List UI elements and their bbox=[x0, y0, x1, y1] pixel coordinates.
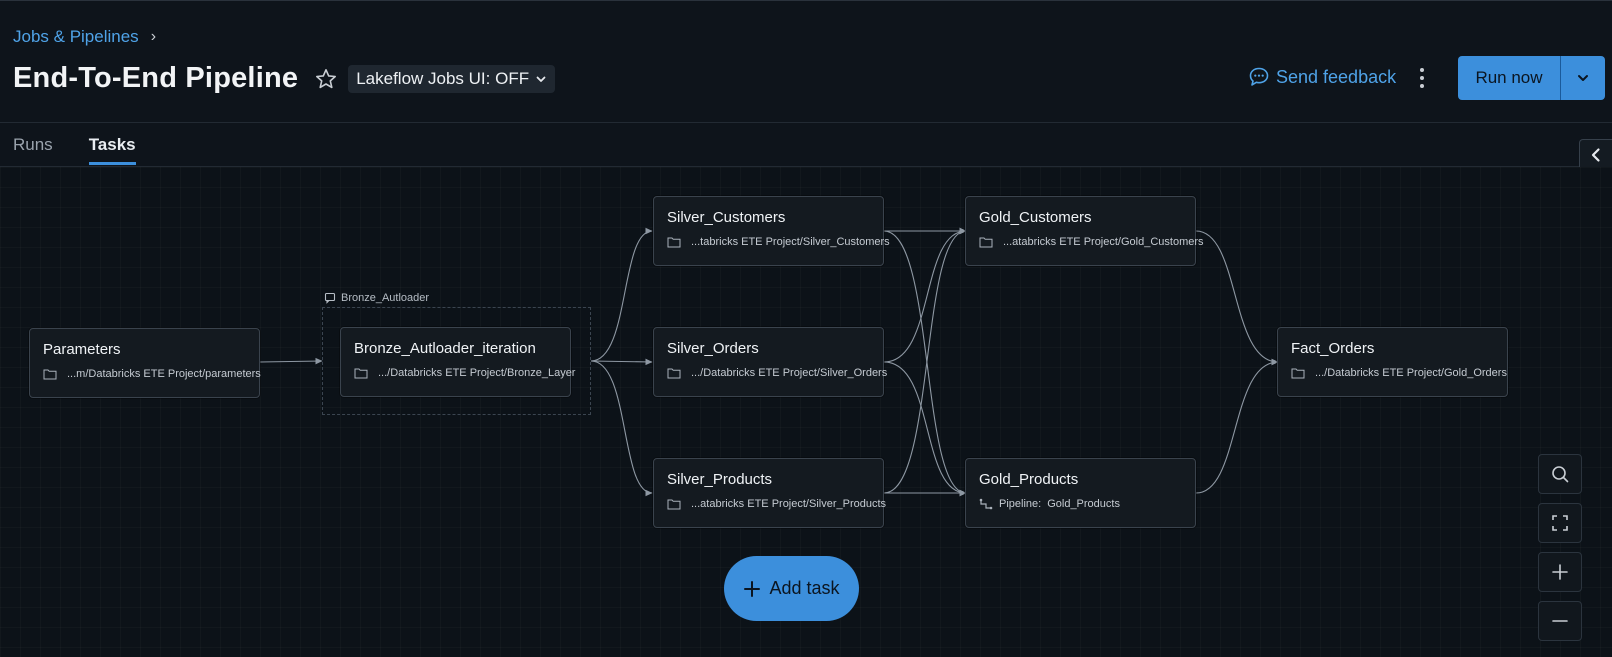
loop-task-icon bbox=[324, 292, 336, 304]
pipeline-name: Gold_Products bbox=[1047, 498, 1120, 510]
fit-view-button[interactable] bbox=[1538, 503, 1582, 543]
fit-view-icon bbox=[1552, 515, 1568, 531]
task-path: Pipeline: Gold_Products bbox=[979, 498, 1182, 510]
task-title: Silver_Customers bbox=[667, 209, 786, 226]
folder-icon bbox=[979, 237, 993, 248]
task-node-bronze-autloader-iteration[interactable]: Bronze_Autloader_iteration .../Databrick… bbox=[340, 327, 575, 397]
edge-gold-customers-fact-orders bbox=[1195, 230, 1279, 366]
zoom-in-icon bbox=[1552, 564, 1568, 580]
for-each-loop-label: Bronze_Autloader bbox=[324, 292, 429, 304]
edge-bronze-silver-products bbox=[590, 360, 653, 497]
task-path: ...atabricks ETE Project/Silver_Products bbox=[667, 498, 886, 510]
task-path: ...m/Databricks ETE Project/parameters bbox=[43, 368, 261, 380]
task-node-silver-orders[interactable]: Silver_Orders .../Databricks ETE Project… bbox=[653, 327, 887, 397]
folder-icon bbox=[667, 368, 681, 379]
folder-icon bbox=[43, 369, 57, 380]
task-path: ...atabricks ETE Project/Gold_Customers bbox=[979, 236, 1204, 248]
pipeline-prefix: Pipeline: bbox=[999, 498, 1042, 510]
task-path: ...tabricks ETE Project/Silver_Customers bbox=[667, 236, 890, 248]
edge-silver-products-gold-customers bbox=[883, 227, 967, 494]
task-title: Silver_Products bbox=[667, 471, 773, 488]
search-canvas-button[interactable] bbox=[1538, 454, 1582, 494]
add-task-label: Add task bbox=[769, 578, 840, 598]
folder-icon bbox=[1291, 368, 1305, 379]
add-task-button[interactable]: Add task bbox=[724, 556, 859, 621]
edge-silver-orders-gold-products bbox=[883, 361, 967, 497]
task-title: Bronze_Autloader_iteration bbox=[354, 340, 536, 357]
edge-bronze-silver-orders bbox=[590, 358, 653, 366]
task-title: Gold_Products bbox=[979, 471, 1079, 488]
task-title: Parameters bbox=[43, 341, 121, 358]
task-path: .../Databricks ETE Project/Gold_Orders bbox=[1291, 367, 1507, 379]
folder-icon bbox=[354, 368, 368, 379]
task-node-silver-products[interactable]: Silver_Products ...atabricks ETE Project… bbox=[653, 458, 886, 528]
pipeline-icon bbox=[979, 498, 993, 510]
for-each-loop-name: Bronze_Autloader bbox=[341, 292, 430, 304]
folder-icon bbox=[667, 237, 681, 248]
task-node-silver-customers[interactable]: Silver_Customers ...tabricks ETE Project… bbox=[653, 196, 890, 266]
edge-silver-customers-gold-products bbox=[883, 230, 967, 497]
zoom-in-button[interactable] bbox=[1538, 552, 1582, 592]
task-path: .../Databricks ETE Project/Silver_Orders bbox=[667, 367, 887, 379]
task-path: .../Databricks ETE Project/Bronze_Layer bbox=[354, 367, 575, 379]
task-title: Fact_Orders bbox=[1291, 340, 1375, 357]
task-node-parameters[interactable]: Parameters ...m/Databricks ETE Project/p… bbox=[29, 328, 261, 398]
zoom-out-button[interactable] bbox=[1538, 601, 1582, 641]
task-node-gold-products[interactable]: Gold_Products Pipeline: Gold_Products bbox=[965, 458, 1196, 528]
edge-bronze-silver-customers bbox=[590, 227, 653, 362]
edge-parameters-bronze bbox=[259, 357, 323, 365]
edge-silver-orders-gold-customers bbox=[883, 227, 967, 363]
plus-icon bbox=[744, 580, 761, 597]
edge-gold-products-fact-orders bbox=[1195, 358, 1279, 494]
task-node-gold-customers[interactable]: Gold_Customers ...atabricks ETE Project/… bbox=[965, 196, 1204, 266]
search-icon bbox=[1552, 466, 1569, 483]
zoom-out-icon bbox=[1552, 620, 1568, 622]
task-title: Silver_Orders bbox=[667, 340, 759, 357]
task-title: Gold_Customers bbox=[979, 209, 1092, 226]
task-node-fact-orders[interactable]: Fact_Orders .../Databricks ETE Project/G… bbox=[1277, 327, 1508, 397]
folder-icon bbox=[667, 499, 681, 510]
